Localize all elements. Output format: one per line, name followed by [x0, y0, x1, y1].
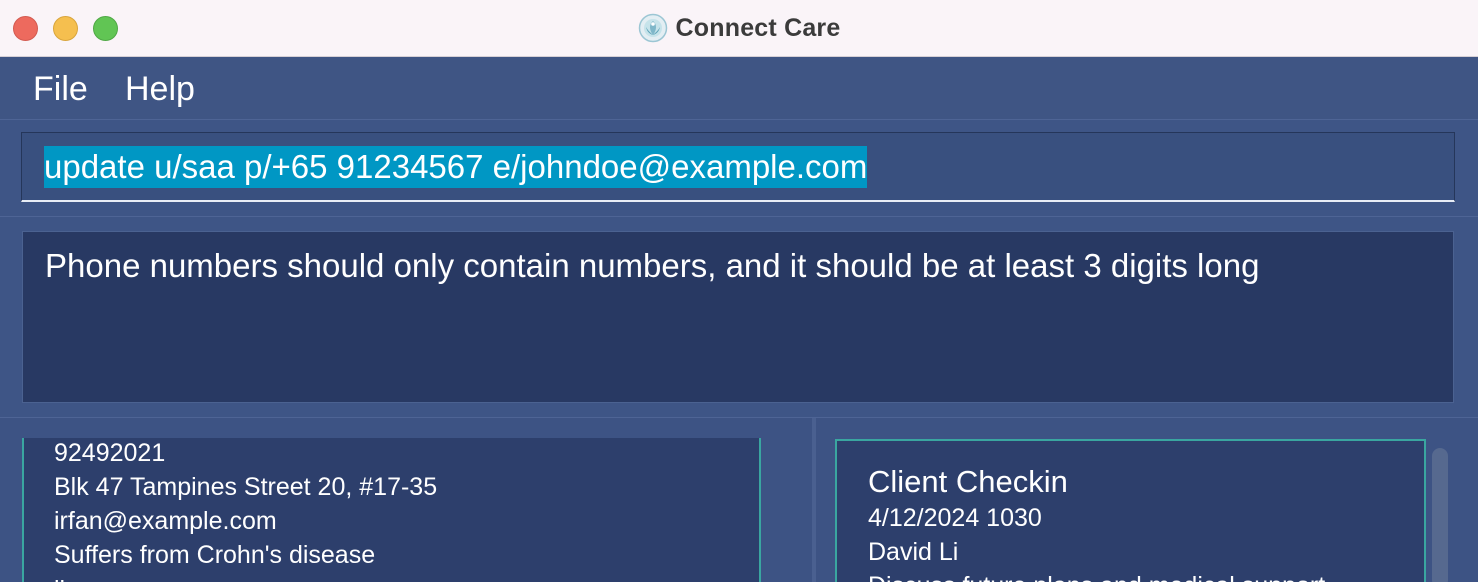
menu-bar: File Help — [0, 57, 1478, 120]
result-message: Phone numbers should only contain number… — [45, 247, 1260, 284]
person-list-panel[interactable]: 92492021 Blk 47 Tampines Street 20, #17-… — [0, 418, 812, 582]
person-phone: 92492021 — [54, 439, 166, 467]
list-area: 92492021 Blk 47 Tampines Street 20, #17-… — [0, 417, 1478, 582]
appointment-scrollbar-thumb[interactable] — [1432, 448, 1448, 582]
app-window: Connect Care File Help update u/saa p/+6… — [0, 0, 1478, 582]
appointment-list-panel[interactable]: Client Checkin 4/12/2024 1030 David Li D… — [816, 418, 1478, 582]
window-title: Connect Care — [675, 13, 841, 42]
appointment-client: David Li — [868, 538, 959, 566]
command-selected-text: update u/saa p/+65 91234567 e/johndoe@ex… — [44, 146, 868, 188]
person-address: Blk 47 Tampines Street 20, #17-35 — [54, 473, 438, 501]
appointment-description: Discuss future plans and medical support — [868, 571, 1325, 582]
menu-help[interactable]: Help — [125, 69, 195, 109]
appointment-datetime: 4/12/2024 1030 — [868, 504, 1042, 532]
title-group: Connect Care — [0, 0, 1478, 56]
person-email: irfan@example.com — [54, 507, 277, 535]
person-note: Suffers from Crohn's disease — [54, 541, 376, 569]
appointment-scrollbar[interactable] — [1430, 448, 1450, 582]
menu-file[interactable]: File — [33, 69, 88, 109]
command-pane: update u/saa p/+65 91234567 e/johndoe@ex… — [0, 120, 1478, 216]
connect-care-logo-icon — [638, 13, 667, 43]
result-display[interactable]: Phone numbers should only contain number… — [22, 231, 1454, 403]
result-pane: Phone numbers should only contain number… — [0, 216, 1478, 417]
command-input[interactable]: update u/saa p/+65 91234567 e/johndoe@ex… — [21, 132, 1455, 202]
appointment-card[interactable]: Client Checkin 4/12/2024 1030 David Li D… — [835, 439, 1426, 582]
appointment-title: Client Checkin — [868, 464, 1068, 499]
person-card[interactable]: 92492021 Blk 47 Tampines Street 20, #17-… — [22, 438, 761, 582]
person-tag: ibs — [54, 575, 86, 582]
title-bar: Connect Care — [0, 0, 1478, 57]
